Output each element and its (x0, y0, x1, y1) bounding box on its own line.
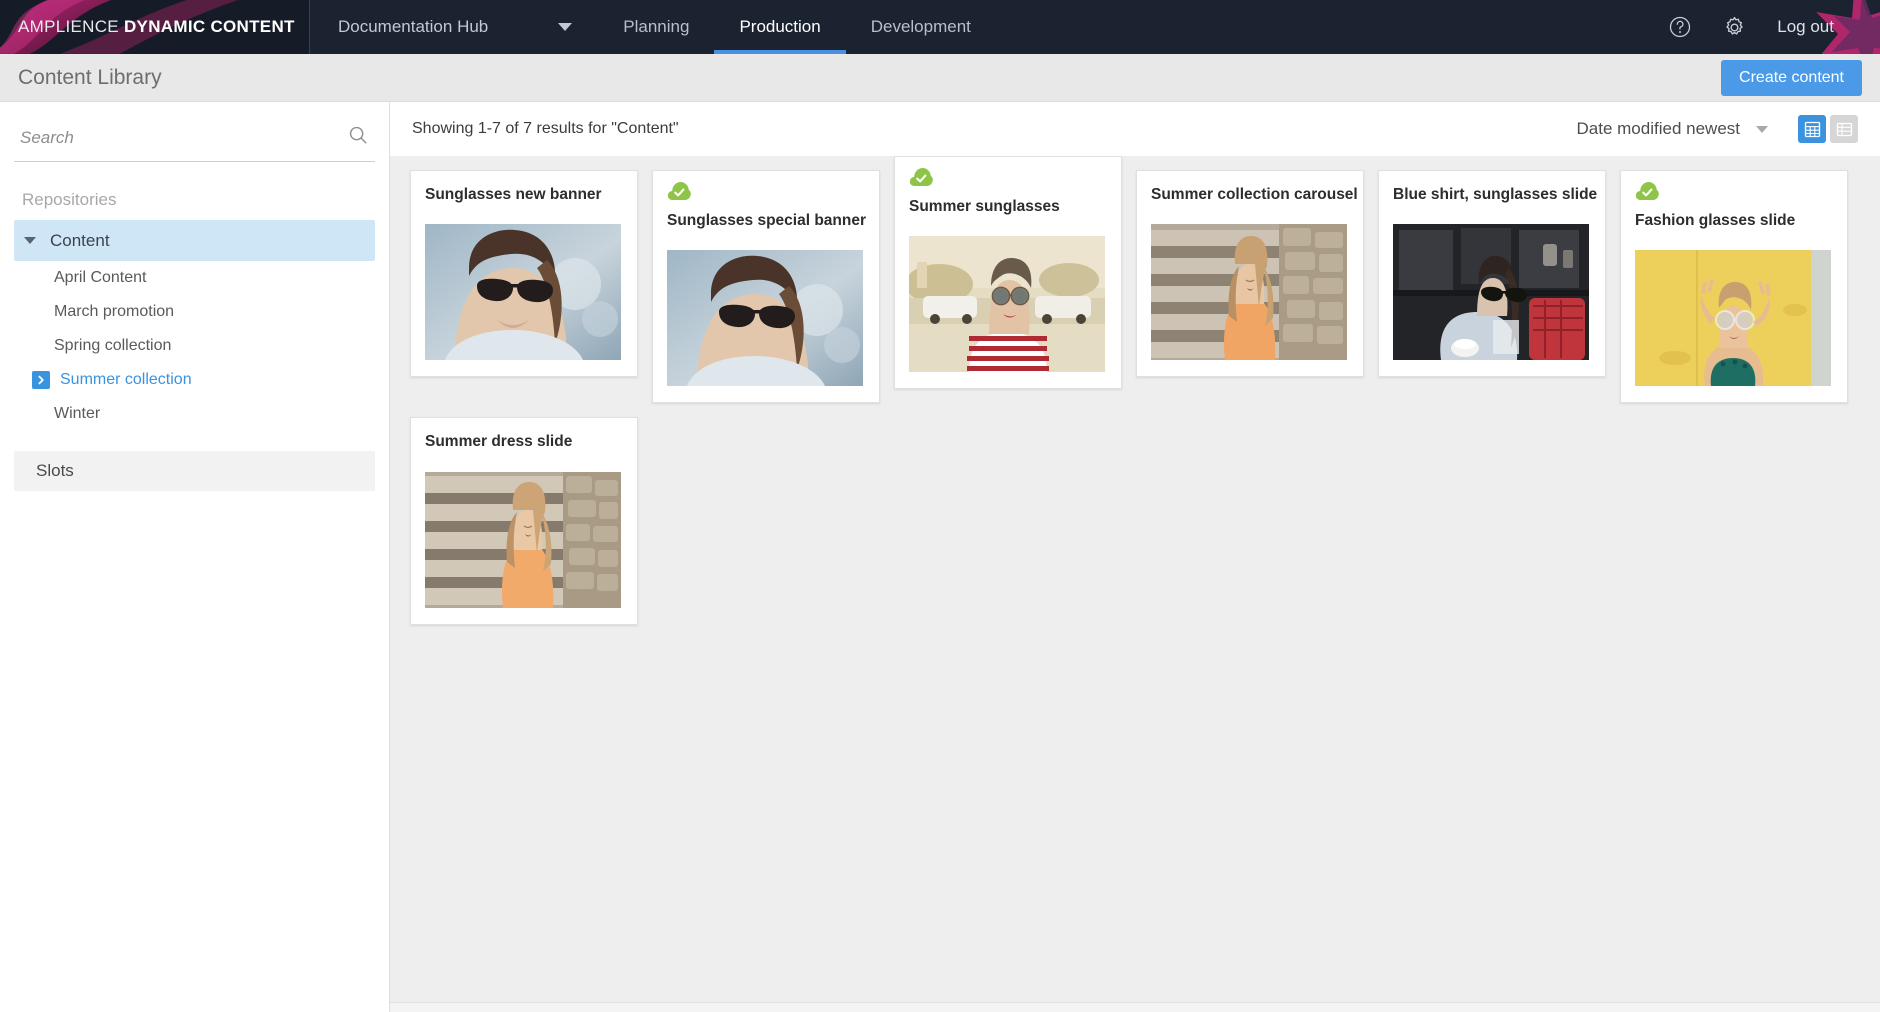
brand-name-light: AMPLIENCE (18, 17, 124, 36)
content-card-title: Sunglasses new banner (425, 186, 602, 203)
tab-development-label: Development (870, 17, 971, 36)
top-actions: Log out (1668, 0, 1880, 54)
tab-planning-label: Planning (623, 17, 690, 36)
content-card[interactable]: Sunglasses special banner (652, 170, 880, 404)
search-input[interactable] (20, 127, 347, 148)
sidebar-item-summer-collection-label: Summer collection (60, 371, 192, 388)
sort-dropdown[interactable]: Date modified newest (1577, 119, 1740, 139)
image-woman-sunglasses-marina (425, 224, 621, 361)
published-status-badge (909, 167, 933, 187)
help-icon[interactable] (1668, 15, 1692, 39)
sidebar-item-slots[interactable]: Slots (14, 451, 375, 491)
chevron-down-icon[interactable] (1756, 125, 1768, 133)
hub-selector-label: Documentation Hub (338, 17, 489, 36)
results-toolbar: Showing 1-7 of 7 results for "Content" D… (390, 102, 1880, 156)
tab-production[interactable]: Production (714, 0, 847, 54)
tab-production-label: Production (739, 17, 821, 36)
sidebar-item-april-content[interactable]: April Content (14, 261, 375, 295)
content-card-thumbnail (425, 471, 621, 608)
brand-logo[interactable]: AMPLIENCE DYNAMIC CONTENT (0, 0, 310, 54)
brand-name-bold: DYNAMIC CONTENT (123, 17, 295, 36)
published-status-badge (1635, 181, 1659, 201)
sidebar-item-content-label: Content (50, 230, 110, 250)
sidebar-item-spring-collection[interactable]: Spring collection (14, 329, 375, 363)
search-container (14, 110, 375, 162)
create-content-button[interactable]: Create content (1721, 59, 1862, 96)
hub-selector[interactable]: Documentation Hub (310, 0, 598, 54)
content-card-thumbnail (1635, 250, 1831, 387)
content-panel: Showing 1-7 of 7 results for "Content" D… (390, 102, 1880, 1012)
content-card-title: Sunglasses special banner (667, 212, 867, 229)
main-body: Repositories Content April Content March… (0, 102, 1880, 1012)
content-card[interactable]: Summer collection carousel (1136, 170, 1364, 378)
sidebar-item-winter[interactable]: Winter (14, 397, 375, 431)
search-icon[interactable] (347, 124, 369, 151)
sidebar-item-content[interactable]: Content (14, 220, 375, 261)
sidebar-item-spring-collection-label: Spring collection (54, 337, 172, 354)
image-woman-striped-street (909, 236, 1105, 373)
content-card-title: Summer sunglasses (909, 198, 1060, 215)
sidebar-item-april-content-label: April Content (54, 269, 147, 286)
sidebar-item-march-promotion-label: March promotion (54, 303, 175, 320)
image-woman-sunglasses-marina (667, 250, 863, 387)
results-summary: Showing 1-7 of 7 results for "Content" (412, 120, 679, 137)
published-status-badge (667, 181, 691, 201)
repositories-label: Repositories (22, 190, 117, 209)
content-card-thumbnail (667, 250, 863, 387)
grid-view-icon[interactable] (1798, 115, 1826, 143)
brand-title: AMPLIENCE DYNAMIC CONTENT (18, 17, 295, 37)
list-view-icon[interactable] (1830, 115, 1858, 143)
primary-tabs: Planning Production Development (598, 0, 996, 54)
sidebar: Repositories Content April Content March… (0, 102, 390, 1012)
gear-icon[interactable] (1722, 15, 1747, 40)
content-card[interactable]: Fashion glasses slide (1620, 170, 1848, 404)
image-woman-blue-shirt-cafe (1393, 224, 1589, 361)
content-card[interactable]: Blue shirt, sunglasses slide (1378, 170, 1606, 378)
content-card-title: Blue shirt, sunglasses slide (1393, 186, 1598, 203)
page-title: Content Library (18, 65, 162, 89)
chevron-down-icon (24, 237, 36, 244)
tab-development[interactable]: Development (846, 0, 996, 54)
view-toggle-group (1798, 115, 1858, 143)
tab-planning[interactable]: Planning (598, 0, 714, 54)
content-card-thumbnail (1393, 224, 1589, 361)
sort-and-view-controls: Date modified newest (1577, 115, 1858, 143)
content-card[interactable]: Sunglasses new banner (410, 170, 638, 378)
page-subheader: Content Library Create content (0, 54, 1880, 102)
chevron-down-icon (558, 23, 573, 31)
image-woman-yellow-wall (1635, 250, 1831, 387)
content-card[interactable]: Summer dress slide (410, 417, 638, 625)
content-card-thumbnail (1151, 224, 1347, 361)
horizontal-scrollbar[interactable] (390, 1002, 1880, 1012)
image-woman-orange-steps (1151, 224, 1347, 361)
content-card-title: Summer collection carousel (1151, 186, 1358, 203)
sidebar-item-march-promotion[interactable]: March promotion (14, 295, 375, 329)
chevron-right-icon (32, 371, 50, 389)
image-woman-orange-steps (425, 471, 621, 608)
content-card-title: Fashion glasses slide (1635, 212, 1796, 229)
sidebar-item-summer-collection[interactable]: Summer collection (14, 363, 375, 397)
content-card[interactable]: Summer sunglasses (894, 156, 1122, 390)
content-card-thumbnail (909, 236, 1105, 373)
content-grid-area: Sunglasses new banner Sunglasses special… (390, 156, 1880, 1002)
content-card-grid: Sunglasses new banner Sunglasses special… (410, 156, 1862, 625)
top-navigation-bar: AMPLIENCE DYNAMIC CONTENT Documentation … (0, 0, 1880, 54)
sidebar-item-winter-label: Winter (54, 405, 101, 422)
content-card-title: Summer dress slide (425, 433, 573, 451)
logout-button[interactable]: Log out (1777, 17, 1834, 37)
sidebar-item-slots-label: Slots (36, 461, 74, 480)
content-card-thumbnail (425, 224, 621, 361)
